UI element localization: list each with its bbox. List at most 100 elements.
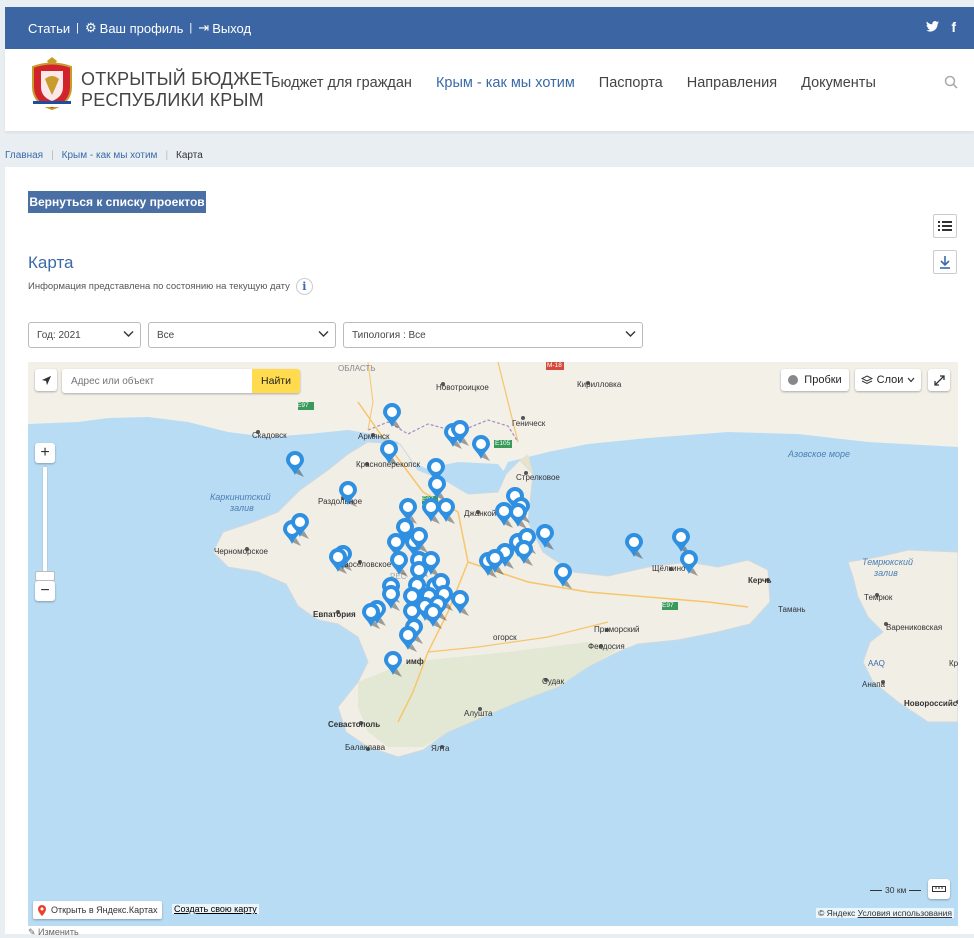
logout-icon: ⇥ [198,20,210,35]
map-label-sudak: Судак [542,677,565,686]
map-label-sevastopol: Севастополь [328,720,381,729]
nav-item-crimea-as-we-want[interactable]: Крым - как мы хотим [436,75,575,91]
zoom-slider[interactable] [35,467,55,581]
category-select-value: Все [157,329,175,341]
map-label-novotroitskoe: Новотроицкое [436,383,489,392]
map-label-evpatoria: Евпатория [313,610,356,619]
project-marker[interactable] [472,435,494,466]
breadcrumb-separator: | [51,150,54,161]
chevron-down-icon [123,331,134,337]
map-label-e97-east: E97 [662,602,674,609]
project-marker[interactable] [384,651,406,682]
year-select[interactable]: Год: 2021 [28,322,141,348]
fullscreen-button[interactable] [928,369,950,391]
project-marker[interactable] [486,549,508,580]
category-select[interactable]: Все [148,322,336,348]
year-select-value: Год: 2021 [37,329,81,341]
project-marker[interactable] [451,420,473,451]
map-label-karkinitsky-1: Каркинитский [210,492,271,502]
open-yandex-label: Открыть в Яндекс.Картах [51,905,158,915]
map-label-taman: Тамань [778,605,806,614]
layers-button[interactable]: Слои [855,369,921,391]
project-marker[interactable] [291,513,313,544]
project-marker[interactable] [339,481,361,512]
project-marker[interactable] [424,603,446,634]
traffic-button[interactable]: Пробки [781,369,849,391]
map-marker-icon [38,904,46,916]
profile-link[interactable]: Ваш профиль [100,21,184,36]
site-brand[interactable]: ОТКРЫТЫЙ БЮДЖЕТ РЕСПУБЛИКИ КРЫМ [81,69,273,111]
search-icon[interactable] [944,75,958,94]
map-label-novorossiysk: Новороссийс [904,699,958,708]
typology-select[interactable]: Типология : Все [343,322,643,348]
info-icon[interactable]: i [295,278,313,295]
map-label-aaq: AAQ [868,659,885,668]
project-marker[interactable] [362,603,384,634]
project-marker[interactable] [451,590,473,621]
map-label-kr: Кр [949,659,958,668]
nav-item-passports[interactable]: Паспорта [599,75,663,91]
zoom-in-button[interactable]: + [35,443,55,463]
facebook-icon[interactable]: f [951,19,956,35]
project-marker[interactable] [286,451,308,482]
map-label-belogorsk: огорск [493,633,517,642]
project-marker[interactable] [536,524,558,555]
project-marker[interactable] [554,563,576,594]
gears-icon: ⚙ [85,20,97,35]
map-search-button[interactable]: Найти [252,369,300,393]
download-button[interactable] [933,250,957,274]
map-label-genichesk: Геническ [512,419,546,428]
project-marker[interactable] [380,440,402,471]
edit-label: Изменить [38,927,79,937]
nav-item-budget-for-citizens[interactable]: Бюджет для граждан [271,75,412,91]
map-scale: 30 км [870,885,922,895]
separator: | [189,22,193,34]
list-view-button[interactable] [933,214,957,238]
scale-line [870,889,882,891]
project-marker[interactable] [680,550,702,581]
map-search: Найти [62,369,300,393]
create-your-map-link[interactable]: Создать свою карту [172,904,259,914]
project-marker[interactable] [437,498,459,529]
separator: | [76,22,79,34]
map-label-kirillovka: Кирилловка [577,380,622,389]
map-copyright: © Яндекс Условия использования [816,908,954,918]
geolocation-button[interactable] [35,369,57,391]
nav-item-directions[interactable]: Направления [687,75,777,91]
copyright-text: © Яндекс [818,908,856,918]
project-marker[interactable] [515,540,537,571]
scale-label: 30 км [885,885,907,895]
map-search-input[interactable] [62,369,252,393]
yandex-map[interactable]: ОБЛАСТЬ Новотроицкое М-18 Кирилловка Ска… [28,362,958,926]
map-label-primorsky: Приморский [594,625,640,634]
map-label-kerch: Керчь [748,576,772,585]
breadcrumb-home[interactable]: Главная [5,150,43,161]
map-label-azov-sea: Азовское море [788,449,851,459]
breadcrumb-current: Карта [176,150,203,161]
breadcrumb-section[interactable]: Крым - как мы хотим [62,150,158,161]
map-label-dzhankoy: Джанкой [464,509,497,518]
back-to-projects-button[interactable]: Вернуться к списку проектов [28,191,206,213]
articles-link[interactable]: Статьи [28,21,70,36]
terms-of-use-link[interactable]: Условия использования [858,908,952,918]
page-subtitle-text: Информация представлена по состоянию на … [28,281,290,292]
main-nav: Бюджет для граждан Крым - как мы хотим П… [271,75,876,91]
twitter-icon[interactable] [926,19,940,35]
map-label-chernomorskoe: Черноморское [214,547,268,556]
map-label-yalta: Ялта [431,744,450,753]
logout-link[interactable]: Выход [212,21,251,36]
project-marker[interactable] [625,533,647,564]
map-label-temryuk-bay-1: Темрюкский [862,557,913,567]
project-marker[interactable] [329,548,351,579]
zoom-slider-handle[interactable] [35,571,55,581]
zoom-out-button[interactable]: − [35,581,55,601]
map-label-varenikovskaya: Варениковская [886,623,943,632]
list-icon [938,221,952,231]
download-icon [940,256,950,269]
edit-link[interactable]: ✎ Изменить [28,927,79,938]
open-in-yandex-maps-button[interactable]: Открыть в Яндекс.Картах [33,901,163,919]
crimea-coat-of-arms-logo[interactable] [27,57,77,111]
project-marker[interactable] [383,403,405,434]
nav-item-documents[interactable]: Документы [801,75,876,91]
ruler-button[interactable] [928,879,950,899]
